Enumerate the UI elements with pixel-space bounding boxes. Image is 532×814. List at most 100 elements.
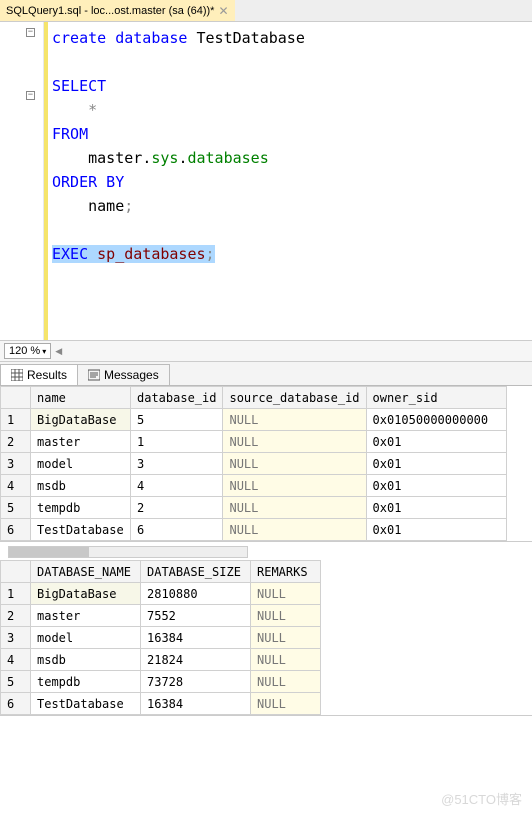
cell[interactable]: 2810880: [141, 583, 251, 605]
scrollbar-thumb[interactable]: [9, 547, 89, 557]
table-row[interactable]: 1BigDataBase5NULL0x01050000000000: [1, 409, 507, 431]
row-number[interactable]: 1: [1, 409, 31, 431]
document-tab[interactable]: SQLQuery1.sql - loc...ost.master (sa (64…: [0, 0, 235, 21]
cell[interactable]: model: [31, 627, 141, 649]
cell[interactable]: 16384: [141, 693, 251, 715]
cell[interactable]: NULL: [251, 627, 321, 649]
table-row[interactable]: 4msdb4NULL0x01: [1, 475, 507, 497]
scroll-left-icon[interactable]: ◀: [55, 346, 62, 357]
table-row[interactable]: 2master1NULL0x01: [1, 431, 507, 453]
cell[interactable]: 4: [131, 475, 223, 497]
column-header[interactable]: REMARKS: [251, 561, 321, 583]
tab-messages[interactable]: Messages: [77, 364, 170, 385]
cell[interactable]: 16384: [141, 627, 251, 649]
sql-editor[interactable]: − − create database TestDatabase SELECT …: [0, 22, 532, 340]
table-row[interactable]: 1BigDataBase2810880NULL: [1, 583, 321, 605]
results-grid-2[interactable]: DATABASE_NAME DATABASE_SIZE REMARKS 1Big…: [0, 560, 532, 716]
cell[interactable]: 0x01: [366, 453, 506, 475]
sql-schema: sys: [151, 149, 178, 167]
cell[interactable]: NULL: [251, 671, 321, 693]
corner-cell[interactable]: [1, 561, 31, 583]
close-icon[interactable]: ✕: [218, 4, 228, 18]
horizontal-scrollbar[interactable]: [8, 546, 248, 558]
cell[interactable]: 2: [131, 497, 223, 519]
row-number[interactable]: 2: [1, 431, 31, 453]
sql-keyword: database: [115, 29, 187, 47]
cell[interactable]: NULL: [251, 583, 321, 605]
cell[interactable]: NULL: [251, 693, 321, 715]
fold-minus-icon[interactable]: −: [26, 91, 35, 100]
table-row[interactable]: 2master7552NULL: [1, 605, 321, 627]
row-number[interactable]: 4: [1, 649, 31, 671]
cell[interactable]: tempdb: [31, 497, 131, 519]
column-header[interactable]: owner_sid: [366, 387, 506, 409]
cell[interactable]: NULL: [223, 519, 366, 541]
table-row[interactable]: 5tempdb2NULL0x01: [1, 497, 507, 519]
table-row[interactable]: 6TestDatabase16384NULL: [1, 693, 321, 715]
results-grid-1[interactable]: name database_id source_database_id owne…: [0, 386, 532, 542]
cell[interactable]: NULL: [251, 605, 321, 627]
row-number[interactable]: 2: [1, 605, 31, 627]
row-number[interactable]: 3: [1, 627, 31, 649]
fold-minus-icon[interactable]: −: [26, 28, 35, 37]
watermark-text: @51CTO博客: [441, 789, 522, 808]
tab-label: Messages: [104, 368, 159, 382]
table-row[interactable]: 3model3NULL0x01: [1, 453, 507, 475]
cell[interactable]: 0x01050000000000: [366, 409, 506, 431]
cell[interactable]: NULL: [223, 431, 366, 453]
column-header[interactable]: name: [31, 387, 131, 409]
zoom-value: 120 %: [9, 345, 40, 357]
cell[interactable]: BigDataBase: [31, 583, 141, 605]
cell[interactable]: NULL: [223, 475, 366, 497]
cell[interactable]: 73728: [141, 671, 251, 693]
cell[interactable]: tempdb: [31, 671, 141, 693]
sql-star: *: [88, 101, 97, 119]
tab-label: Results: [27, 368, 67, 382]
cell[interactable]: NULL: [251, 649, 321, 671]
cell[interactable]: BigDataBase: [31, 409, 131, 431]
cell[interactable]: TestDatabase: [31, 519, 131, 541]
cell[interactable]: NULL: [223, 453, 366, 475]
row-number[interactable]: 3: [1, 453, 31, 475]
cell[interactable]: 21824: [141, 649, 251, 671]
cell[interactable]: 6: [131, 519, 223, 541]
table-row[interactable]: 6TestDatabase6NULL0x01: [1, 519, 507, 541]
column-header[interactable]: DATABASE_NAME: [31, 561, 141, 583]
editor-content[interactable]: create database TestDatabase SELECT * FR…: [44, 22, 532, 340]
cell[interactable]: msdb: [31, 649, 141, 671]
cell[interactable]: 0x01: [366, 431, 506, 453]
cell[interactable]: 1: [131, 431, 223, 453]
row-number[interactable]: 6: [1, 519, 31, 541]
cell[interactable]: msdb: [31, 475, 131, 497]
column-header[interactable]: source_database_id: [223, 387, 366, 409]
table-row[interactable]: 5tempdb73728NULL: [1, 671, 321, 693]
column-header[interactable]: database_id: [131, 387, 223, 409]
cell[interactable]: 3: [131, 453, 223, 475]
cell[interactable]: 0x01: [366, 519, 506, 541]
cell[interactable]: master: [31, 605, 141, 627]
row-number[interactable]: 6: [1, 693, 31, 715]
column-header[interactable]: DATABASE_SIZE: [141, 561, 251, 583]
cell[interactable]: NULL: [223, 497, 366, 519]
cell[interactable]: model: [31, 453, 131, 475]
sql-keyword: create: [52, 29, 106, 47]
cell[interactable]: 7552: [141, 605, 251, 627]
cell[interactable]: TestDatabase: [31, 693, 141, 715]
sql-keyword: ORDER BY: [52, 173, 124, 191]
row-number[interactable]: 5: [1, 671, 31, 693]
corner-cell[interactable]: [1, 387, 31, 409]
cell[interactable]: NULL: [223, 409, 366, 431]
cell[interactable]: 5: [131, 409, 223, 431]
cell[interactable]: 0x01: [366, 497, 506, 519]
row-number[interactable]: 5: [1, 497, 31, 519]
zoom-dropdown[interactable]: 120 %: [4, 343, 51, 359]
table-row[interactable]: 3model16384NULL: [1, 627, 321, 649]
row-number[interactable]: 1: [1, 583, 31, 605]
cell[interactable]: master: [31, 431, 131, 453]
cell[interactable]: 0x01: [366, 475, 506, 497]
sql-keyword: EXEC: [52, 245, 88, 263]
row-number[interactable]: 4: [1, 475, 31, 497]
table-row[interactable]: 4msdb21824NULL: [1, 649, 321, 671]
tab-results[interactable]: Results: [0, 364, 78, 385]
sql-proc: sp_databases: [97, 245, 205, 263]
